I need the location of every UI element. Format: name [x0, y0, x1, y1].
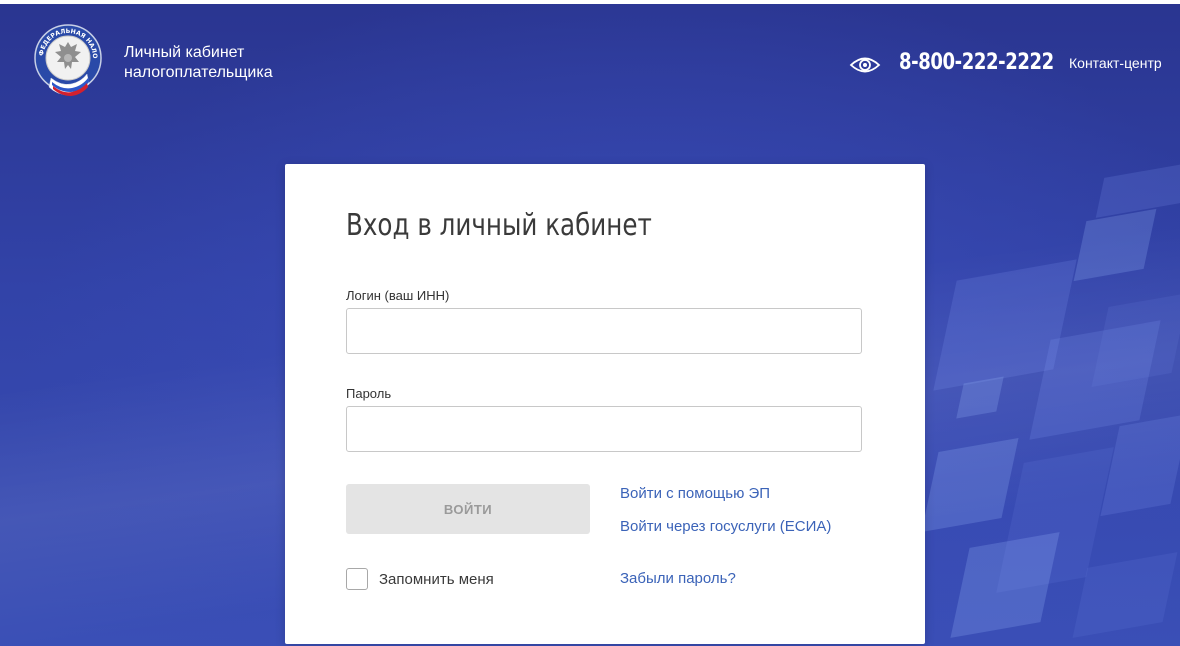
password-label: Пароль — [346, 386, 392, 401]
login-title: Вход в личный кабинет — [346, 208, 652, 243]
password-input[interactable] — [346, 406, 862, 452]
app-title-line1: Личный кабинет — [124, 44, 245, 61]
app-title[interactable]: Личный кабинет налогоплательщика — [124, 43, 273, 83]
eye-icon[interactable] — [849, 54, 881, 76]
login-label: Логин (ваш ИНН) — [346, 288, 450, 303]
forgot-password-link[interactable]: Забыли пароль? — [620, 570, 736, 587]
top-border — [0, 0, 1180, 4]
remember-checkbox[interactable] — [346, 568, 368, 590]
background-shape — [1095, 162, 1180, 218]
phone-number[interactable]: 8-800-222-2222 — [899, 50, 1054, 75]
login-input[interactable] — [346, 308, 862, 354]
remember-me[interactable]: Запомнить меня — [346, 568, 494, 590]
esia-login-link[interactable]: Войти через госуслуги (ЕСИА) — [620, 518, 831, 535]
ep-login-link[interactable]: Войти с помощью ЭП — [620, 485, 770, 502]
background-shape — [950, 532, 1060, 638]
remember-label: Запомнить меня — [379, 570, 494, 588]
fns-logo[interactable]: ФЕДЕРАЛЬНАЯ НАЛОГОВАЯ СЛУЖБА — [29, 15, 103, 102]
login-card: Вход в личный кабинет Логин (ваш ИНН) Па… — [285, 164, 925, 644]
app-title-line2: налогоплательщика — [124, 64, 273, 81]
login-button[interactable]: ВОЙТИ — [346, 484, 590, 534]
contact-center-link[interactable]: Контакт-центр — [1069, 55, 1162, 71]
